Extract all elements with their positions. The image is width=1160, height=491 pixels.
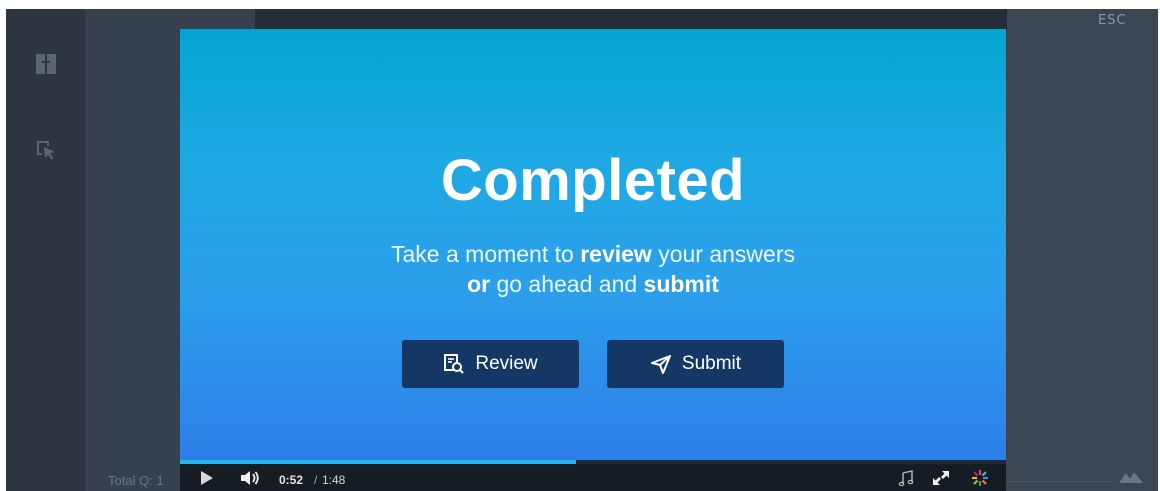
message-line-2: or go ahead and submit (180, 269, 1006, 299)
message-text: go ahead and (490, 271, 644, 297)
left-toolbar (6, 9, 85, 491)
esc-button[interactable]: ESC (1098, 13, 1127, 28)
music-note-icon[interactable] (898, 470, 914, 486)
mountain-icon[interactable] (1119, 471, 1143, 483)
completion-message: Take a moment to review your answers or … (180, 239, 1006, 299)
total-questions-label: Total Q: 1 (108, 473, 164, 488)
current-time: 0:52 (279, 473, 304, 487)
header-band (255, 9, 1007, 31)
review-search-icon (444, 354, 465, 374)
message-emphasis-submit: submit (643, 271, 719, 297)
review-button-label: Review (475, 353, 538, 374)
pointer-icon[interactable] (34, 138, 58, 162)
completion-slide: Completed Take a moment to review your a… (180, 29, 1006, 461)
book-icon[interactable] (34, 52, 58, 76)
volume-icon[interactable] (240, 470, 260, 486)
total-time: 1:48 (322, 473, 346, 487)
divider (1007, 481, 1112, 482)
page-title: Completed (440, 148, 746, 213)
review-button[interactable]: Review (402, 340, 579, 388)
message-text: your answers (651, 241, 795, 267)
brand-logo-icon[interactable] (971, 469, 989, 487)
submit-button[interactable]: Submit (607, 340, 784, 388)
message-emphasis-or: or (467, 271, 491, 297)
message-emphasis-review: review (580, 241, 652, 267)
submit-button-label: Submit (681, 353, 742, 374)
play-icon[interactable] (200, 470, 214, 486)
time-separator: / (314, 473, 318, 487)
message-line-1: Take a moment to review your answers (180, 239, 1006, 269)
expand-icon[interactable] (932, 470, 950, 486)
paper-plane-icon (650, 355, 671, 374)
message-text: Take a moment to (391, 241, 581, 267)
player-controls: 0:52 / 1:48 (180, 464, 1006, 491)
